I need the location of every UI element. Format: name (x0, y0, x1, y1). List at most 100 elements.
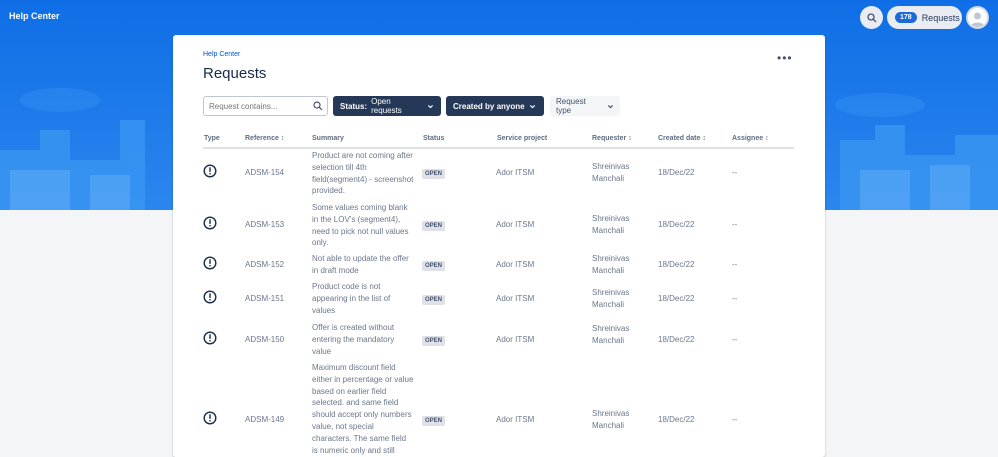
alert-circle-icon (203, 331, 217, 345)
requests-table: Type Reference ↕ Summary Status Service … (203, 131, 794, 457)
requester: Shreinivas Manchali (592, 409, 630, 430)
user-avatar-icon (970, 12, 985, 27)
table-row[interactable]: ADSM-150 Offer is created without enteri… (203, 322, 794, 362)
status-badge: OPEN (422, 221, 446, 231)
requester: Shreinivas Manchali (592, 288, 630, 309)
column-header-label: Requester (592, 135, 627, 142)
column-header-label: Status (423, 135, 445, 142)
table-row[interactable]: ADSM-152 Not able to update the offer in… (203, 253, 794, 281)
requests-panel: Help Center Requests ••• Status: Open re… (173, 35, 825, 457)
chevron-down-icon (529, 104, 535, 108)
chevron-down-icon (607, 104, 614, 108)
requester: Shreinivas Manchali (592, 324, 630, 345)
assignee: -- (732, 260, 738, 269)
created-date: 18/Dec/22 (658, 220, 695, 229)
service-project: Ador ITSM (496, 294, 535, 303)
more-actions-button[interactable]: ••• (777, 51, 793, 65)
alert-circle-icon (203, 290, 217, 304)
assignee: -- (732, 168, 738, 177)
sort-icon: ↕ (702, 135, 706, 142)
column-header-summary[interactable]: Summary (312, 135, 344, 142)
request-summary[interactable]: Product code is not appearing in the lis… (312, 281, 414, 316)
search-button[interactable] (860, 6, 883, 29)
page-title: Requests (203, 65, 267, 82)
service-project: Ador ITSM (496, 415, 535, 424)
table-row[interactable]: ADSM-154 Product are not coming after se… (203, 149, 794, 201)
table-header: Type Reference ↕ Summary Status Service … (203, 131, 794, 149)
table-row[interactable]: ADSM-151 Product code is not appearing i… (203, 281, 794, 322)
table-row[interactable]: ADSM-149 Maximum discount field either i… (203, 362, 794, 457)
avatar[interactable] (966, 6, 989, 29)
column-header-assignee[interactable]: Assignee ↕ (732, 135, 769, 142)
assignee: -- (732, 335, 738, 344)
request-reference-link[interactable]: ADSM-152 (245, 259, 284, 271)
sort-icon: ↕ (628, 135, 632, 142)
help-center-logo[interactable]: Help Center (9, 11, 60, 21)
column-header-type: Type (204, 135, 220, 142)
request-reference-link[interactable]: ADSM-153 (245, 219, 284, 231)
alert-circle-icon (203, 216, 217, 230)
breadcrumb[interactable]: Help Center (203, 51, 240, 58)
status-badge: OPEN (422, 295, 446, 305)
status-badge: OPEN (422, 169, 446, 179)
status-filter-value: Open requests (371, 97, 402, 115)
requests-button[interactable]: 178 Requests (887, 6, 962, 29)
chevron-down-icon (427, 104, 434, 108)
search-icon (313, 101, 323, 111)
request-reference-link[interactable]: ADSM-149 (245, 414, 284, 426)
requester: Shreinivas Manchali (592, 214, 630, 235)
service-project: Ador ITSM (496, 220, 535, 229)
status-filter-button[interactable]: Status: Open requests (333, 96, 441, 116)
status-badge: OPEN (422, 261, 446, 271)
request-summary[interactable]: Not able to update the offer in draft mo… (312, 253, 414, 277)
search-icon (866, 12, 876, 22)
column-header-label: Service project (497, 135, 548, 142)
created-date: 18/Dec/22 (658, 260, 695, 269)
request-summary[interactable]: Product are not coming after selection t… (312, 150, 414, 197)
created-date: 18/Dec/22 (658, 335, 695, 344)
service-project: Ador ITSM (496, 260, 535, 269)
created-by-filter-button[interactable]: Created by anyone (446, 96, 544, 116)
requester: Shreinivas Manchali (592, 254, 630, 275)
top-navigation-bar: Help Center 178 Requests (0, 0, 998, 34)
column-header-label: Assignee (732, 135, 764, 142)
request-type-filter-button[interactable]: Request type (550, 96, 620, 116)
sort-icon: ↕ (765, 135, 769, 142)
request-type-filter-label: Request type (556, 97, 586, 115)
column-header-label: Summary (312, 135, 344, 142)
request-summary[interactable]: Maximum discount field either in percent… (312, 362, 414, 456)
alert-circle-icon (203, 164, 217, 178)
service-project: Ador ITSM (496, 335, 535, 344)
request-search-input[interactable] (203, 96, 328, 116)
sort-icon: ↕ (280, 135, 285, 142)
requests-label: Requests (921, 12, 960, 23)
column-header-status[interactable]: Status (423, 135, 444, 142)
created-date: 18/Dec/22 (658, 294, 695, 303)
column-header-label: Created date (658, 135, 701, 142)
status-badge: OPEN (422, 416, 446, 426)
column-header-label: Reference (245, 135, 279, 142)
status-badge: OPEN (422, 336, 446, 346)
assignee: -- (732, 415, 738, 424)
assignee: -- (732, 294, 738, 303)
column-header-service-project[interactable]: Service project (497, 135, 547, 142)
requester: Shreinivas Manchali (592, 162, 630, 183)
created-by-filter-label: Created by anyone (453, 101, 525, 111)
request-reference-link[interactable]: ADSM-150 (245, 334, 284, 346)
request-summary[interactable]: Some values coming blank in the LOV's (s… (312, 202, 414, 249)
column-header-created-date[interactable]: Created date ↕ (658, 135, 706, 142)
status-filter-prefix: Status: (340, 101, 368, 111)
request-summary[interactable]: Offer is created without entering the ma… (312, 322, 414, 357)
column-header-requester[interactable]: Requester ↕ (592, 135, 632, 142)
created-date: 18/Dec/22 (658, 415, 695, 424)
column-header-reference[interactable]: Reference ↕ (245, 135, 284, 142)
requests-count-badge: 178 (895, 12, 917, 23)
service-project: Ador ITSM (496, 168, 535, 177)
created-date: 18/Dec/22 (658, 168, 695, 177)
alert-circle-icon (203, 411, 217, 425)
alert-circle-icon (203, 256, 217, 270)
table-row[interactable]: ADSM-153 Some values coming blank in the… (203, 201, 794, 253)
assignee: -- (732, 220, 738, 229)
request-reference-link[interactable]: ADSM-154 (245, 167, 284, 179)
request-reference-link[interactable]: ADSM-151 (245, 293, 284, 305)
